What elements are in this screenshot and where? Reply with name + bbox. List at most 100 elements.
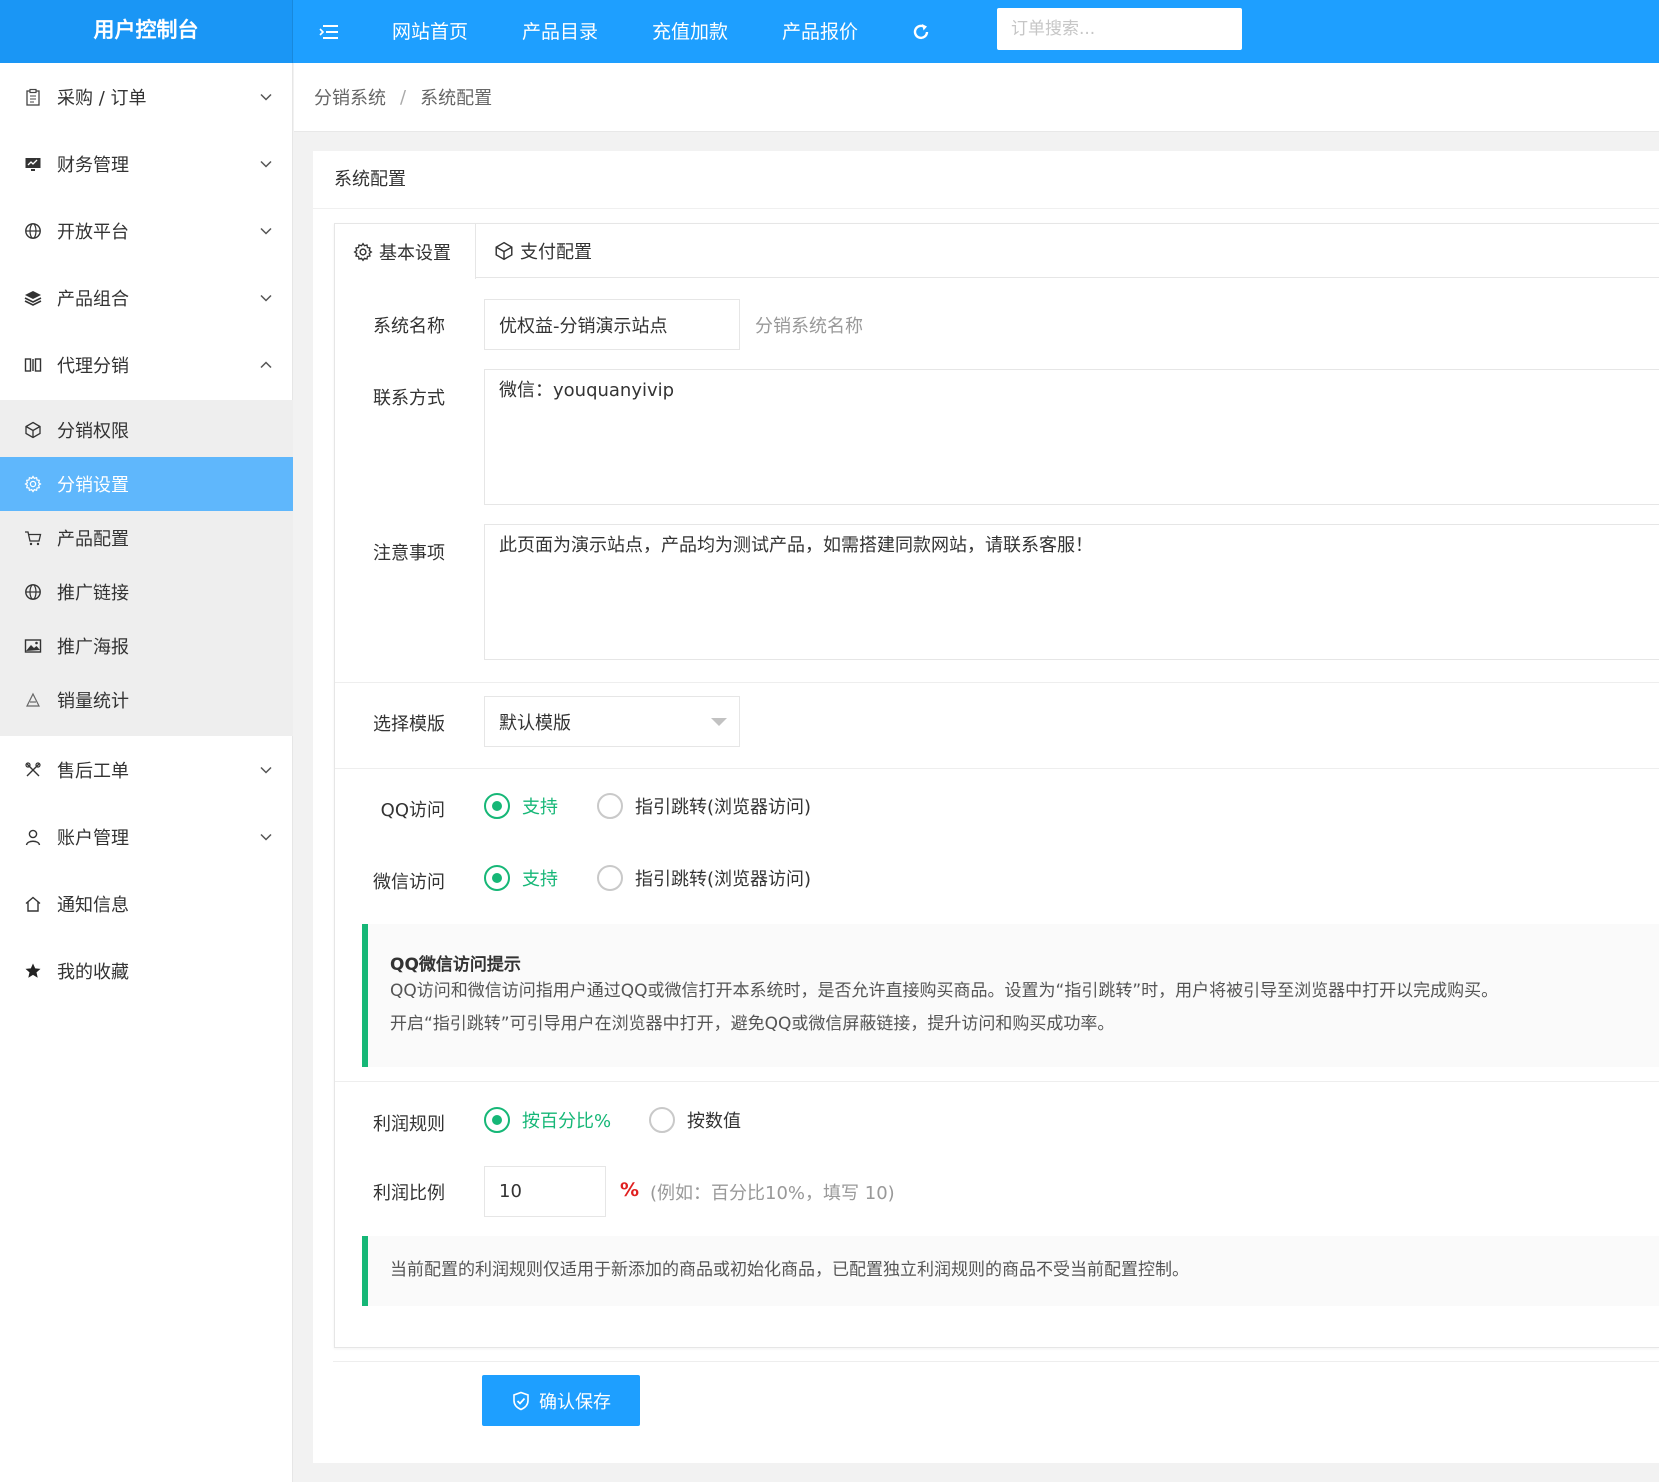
save-button-label: 确认保存 [539, 1391, 611, 1412]
radio-label: 按数值 [687, 1111, 741, 1132]
profit-note-box: 当前配置的利润规则仅适用于新添加的商品或初始化商品，已配置独立利润规则的商品不受… [362, 1236, 1659, 1306]
image-icon [22, 635, 44, 657]
brand-title[interactable]: 用户控制台 [0, 0, 293, 63]
sidebar-item-label: 我的收藏 [57, 961, 129, 983]
clipboard-icon [22, 86, 44, 108]
radio-checked-icon [484, 1107, 510, 1133]
sidebar-item-orders[interactable]: 采购 / 订单 [0, 63, 293, 130]
sidebar-item-label: 开放平台 [57, 221, 129, 243]
radio-checked-icon [484, 793, 510, 819]
globe-icon [22, 581, 44, 603]
sidebar-item-finance[interactable]: 财务管理 [0, 130, 293, 197]
sidebar-item-favorites[interactable]: 我的收藏 [0, 937, 293, 1004]
chevron-down-icon [260, 766, 272, 774]
profit-rule-label: 利润规则 [373, 1114, 445, 1135]
sidebar-item-label: 产品配置 [57, 529, 129, 550]
sidebar-subitem-settings[interactable]: 分销设置 [0, 457, 293, 511]
divider [335, 1081, 1659, 1082]
qq-access-redirect-radio[interactable]: 指引跳转(浏览器访问) [597, 793, 811, 819]
sidebar-subitem-sales-stats[interactable]: 销量统计 [0, 673, 293, 727]
profit-ratio-input[interactable] [484, 1166, 606, 1217]
tab-payment-config[interactable]: 支付配置 [476, 224, 610, 278]
columns-icon [22, 354, 44, 376]
gear-icon [22, 473, 44, 495]
radio-label: 支持 [522, 869, 558, 890]
profit-note-text: 当前配置的利润规则仅适用于新添加的商品或初始化商品，已配置独立利润规则的商品不受… [390, 1260, 1189, 1280]
access-tip-line: QQ访问和微信访问指用户通过QQ或微信打开本系统时，是否允许直接购买商品。设置为… [390, 981, 1499, 1001]
triangle-icon [22, 689, 44, 711]
chevron-down-icon [260, 93, 272, 101]
radio-label: 按百分比% [522, 1111, 612, 1132]
sidebar-item-label: 销量统计 [57, 691, 129, 712]
breadcrumb-item[interactable]: 分销系统 [314, 84, 386, 110]
percent-unit: % [620, 1179, 640, 1201]
save-button[interactable]: 确认保存 [482, 1375, 640, 1426]
caret-down-icon [711, 717, 727, 726]
sidebar-item-label: 通知信息 [57, 894, 129, 916]
nav-recharge[interactable]: 充值加款 [625, 2, 755, 62]
breadcrumb: 分销系统 / 系统配置 [294, 63, 1659, 132]
sidebar-subitem-permissions[interactable]: 分销权限 [0, 403, 293, 457]
order-search-input[interactable] [997, 8, 1242, 50]
profit-rule-percent-radio[interactable]: 按百分比% [484, 1107, 611, 1133]
template-select-value: 默认模版 [499, 712, 571, 734]
radio-unchecked-icon [597, 865, 623, 891]
sidebar-item-notifications[interactable]: 通知信息 [0, 870, 293, 937]
profit-ratio-label: 利润比例 [373, 1183, 445, 1204]
sidebar-subitem-promo-link[interactable]: 推广链接 [0, 565, 293, 619]
chevron-up-icon [260, 360, 272, 368]
wechat-access-redirect-radio[interactable]: 指引跳转(浏览器访问) [597, 865, 811, 891]
breadcrumb-item-current: 系统配置 [420, 88, 493, 109]
top-header: 用户控制台 网站首页 产品目录 充值加款 产品报价 [0, 0, 1659, 63]
sidebar-subitem-promo-poster[interactable]: 推广海报 [0, 619, 293, 673]
nav-pricing[interactable]: 产品报价 [755, 2, 885, 62]
tab-label: 支付配置 [520, 242, 592, 263]
divider [335, 682, 1659, 683]
template-select[interactable]: 默认模版 [484, 696, 740, 747]
contact-textarea[interactable]: 微信：youquanyivip [484, 369, 1659, 505]
system-name-label: 系统名称 [373, 316, 445, 337]
sidebar-item-label: 代理分销 [57, 355, 129, 377]
monitor-chart-icon [22, 153, 44, 175]
access-tip-title: QQ微信访问提示 [390, 955, 521, 975]
sidebar-item-label: 分销设置 [57, 475, 129, 496]
cube-icon [495, 241, 513, 261]
globe-icon [22, 220, 44, 242]
chevron-down-icon [260, 833, 272, 841]
wechat-access-support-radio[interactable]: 支持 [484, 865, 558, 891]
profit-rule-value-radio[interactable]: 按数值 [649, 1107, 741, 1133]
radio-label: 指引跳转(浏览器访问) [635, 797, 812, 818]
star-icon [22, 960, 44, 982]
sidebar-item-account[interactable]: 账户管理 [0, 803, 293, 870]
sidebar-item-tickets[interactable]: 售后工单 [0, 736, 293, 803]
wechat-access-label: 微信访问 [373, 872, 445, 893]
nav-catalog[interactable]: 产品目录 [495, 2, 625, 62]
qq-access-support-radio[interactable]: 支持 [484, 793, 558, 819]
user-icon [22, 826, 44, 848]
contact-label: 联系方式 [373, 388, 445, 409]
notice-label: 注意事项 [373, 543, 445, 564]
sidebar-subitem-product-config[interactable]: 产品配置 [0, 511, 293, 565]
sidebar-item-label: 推广海报 [57, 637, 129, 658]
template-label: 选择模版 [373, 714, 445, 735]
card-title: 系统配置 [313, 151, 1659, 209]
refresh-icon[interactable] [885, 2, 957, 62]
radio-unchecked-icon [597, 793, 623, 819]
sidebar-item-label: 采购 / 订单 [57, 87, 147, 109]
sidebar-item-bundles[interactable]: 产品组合 [0, 264, 293, 331]
access-tip-box: QQ微信访问提示 QQ访问和微信访问指用户通过QQ或微信打开本系统时，是否允许直… [362, 924, 1659, 1067]
nav-home[interactable]: 网站首页 [365, 2, 495, 62]
access-tip-line: 开启“指引跳转”可引导用户在浏览器中打开，避免QQ或微信屏蔽链接，提升访问和购买… [390, 1014, 1115, 1034]
chevron-down-icon [260, 294, 272, 302]
sidebar-item-distribution[interactable]: 代理分销 [0, 331, 293, 398]
sidebar-item-open-platform[interactable]: 开放平台 [0, 197, 293, 264]
shield-check-icon [513, 1391, 529, 1410]
radio-label: 支持 [522, 797, 558, 818]
system-name-input[interactable] [484, 299, 740, 350]
cube-icon [22, 419, 44, 441]
tab-basic-settings[interactable]: 基本设置 [335, 224, 476, 279]
top-nav: 网站首页 产品目录 充值加款 产品报价 [293, 0, 957, 63]
notice-textarea[interactable]: 此页面为演示站点，产品均为测试产品，如需搭建同款网站，请联系客服！ [484, 524, 1659, 660]
menu-toggle-icon[interactable] [293, 2, 365, 62]
system-name-hint: 分销系统名称 [755, 316, 863, 337]
